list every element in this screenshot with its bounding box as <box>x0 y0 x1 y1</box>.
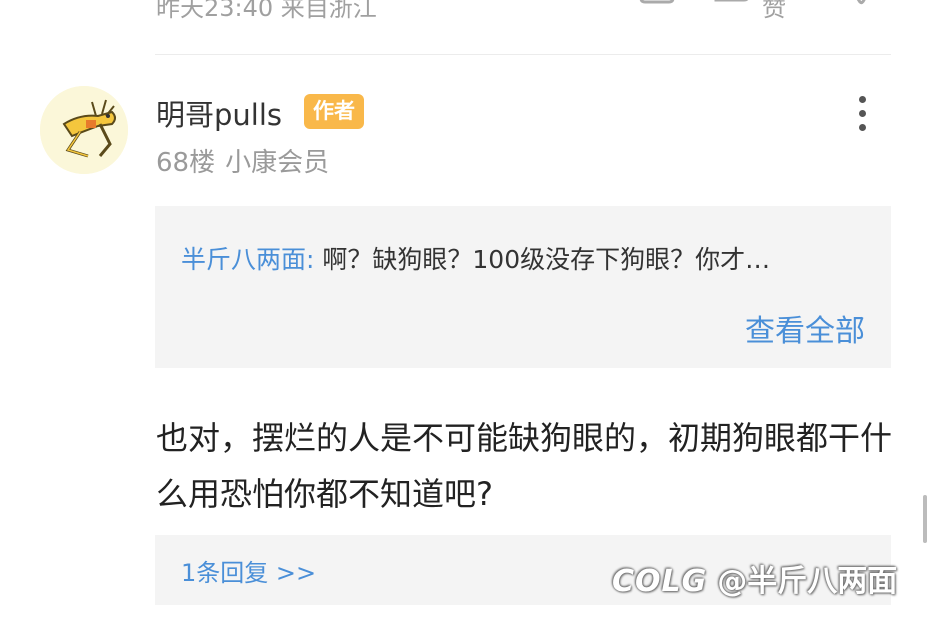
view-all-link[interactable]: 查看全部 <box>745 306 865 350</box>
floor-info: 68楼 小康会员 <box>156 142 339 179</box>
quote-line: 半斤八两面: 啊？缺狗眼？100级没存下狗眼？你才… <box>181 240 869 276</box>
quote-text: 啊？缺狗眼？100级没存下狗眼？你才… <box>314 245 771 274</box>
colg-logo: COLG <box>612 564 708 599</box>
member-level: 小康会员 <box>225 148 330 178</box>
avatar[interactable] <box>40 86 128 174</box>
thumbs-up-icon[interactable] <box>712 0 752 16</box>
quote-author[interactable]: 半斤八两面: <box>181 245 314 274</box>
thumbs-down-icon[interactable] <box>842 0 882 16</box>
more-vertical-icon[interactable] <box>852 96 872 136</box>
comment-divider <box>155 54 891 55</box>
watermark: COLG @半斤八两面 <box>612 556 897 600</box>
author-badge: 作者 <box>304 94 364 129</box>
comment-icon[interactable] <box>637 0 677 16</box>
replies-link[interactable]: 1条回复 >> <box>181 553 316 588</box>
comment-body: 也对，摆烂的人是不可能缺狗眼的，初期狗眼都干什么用恐怕你都不知道吧? <box>156 419 893 513</box>
watermark-text: @半斤八两面 <box>717 564 898 599</box>
like-label: 赞 <box>762 0 786 22</box>
previous-comment-meta: 昨天23:40 来自浙江 <box>156 0 377 22</box>
scrollbar[interactable] <box>923 495 927 543</box>
floor-number: 68楼 <box>156 148 216 178</box>
quoted-reply[interactable]: 半斤八两面: 啊？缺狗眼？100级没存下狗眼？你才… 查看全部 <box>155 206 891 368</box>
username[interactable]: 明哥pulls <box>156 92 282 134</box>
